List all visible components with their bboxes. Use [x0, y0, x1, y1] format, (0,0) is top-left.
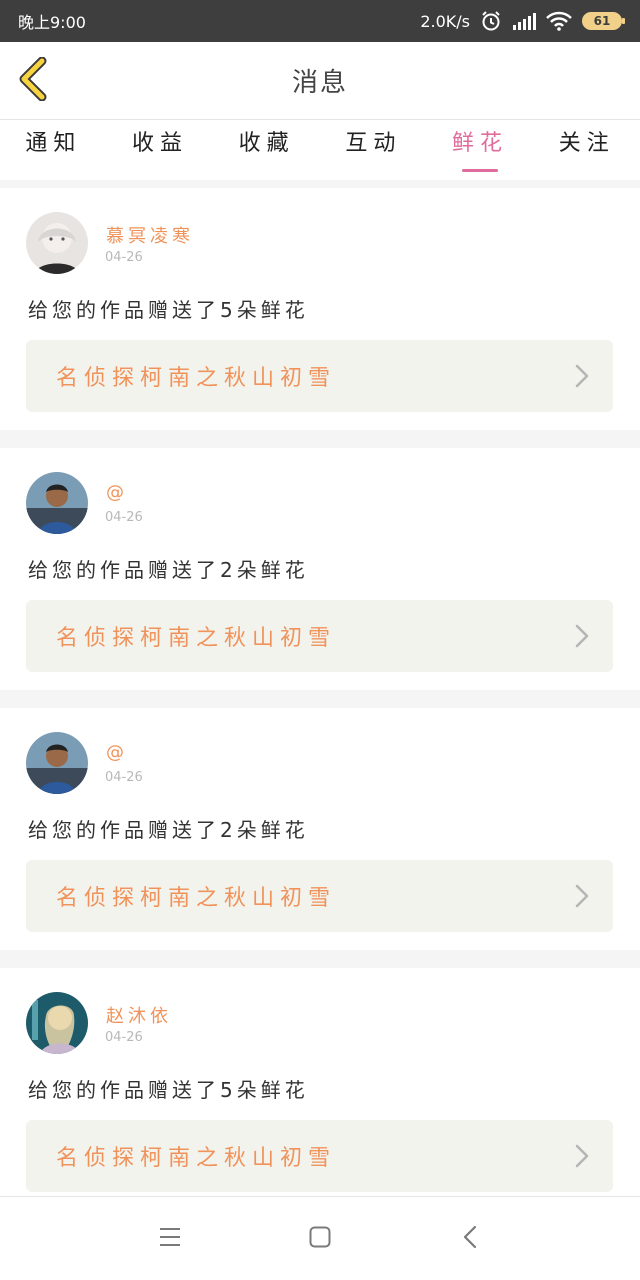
message-date: 04-26 — [105, 250, 143, 265]
message-text: 给您的作品赠送了5朵鲜花 — [28, 298, 309, 322]
tab-earnings[interactable]: 收益 — [107, 120, 214, 180]
username[interactable]: 慕冥凌寒 — [106, 222, 194, 248]
back-button[interactable] — [16, 56, 50, 105]
status-indicators: 2.0K/s 61 — [420, 10, 625, 32]
list-item: @ 04-26 给您的作品赠送了2朵鲜花 名侦探柯南之秋山初雪 — [0, 448, 640, 690]
work-title: 名侦探柯南之秋山初雪 — [56, 366, 337, 391]
status-bar: 晚上9:00 2.0K/s 61 — [0, 0, 640, 42]
avatar[interactable] — [26, 212, 88, 274]
list-item: 赵沐依 04-26 给您的作品赠送了5朵鲜花 名侦探柯南之秋山初雪 — [0, 968, 640, 1210]
menu-button[interactable] — [150, 1219, 190, 1259]
work-title: 名侦探柯南之秋山初雪 — [56, 886, 337, 911]
message-date: 04-26 — [105, 510, 143, 525]
wifi-icon — [546, 11, 572, 31]
tab-following[interactable]: 关注 — [533, 120, 640, 180]
message-date: 04-26 — [105, 1030, 143, 1045]
signal-icon — [512, 12, 536, 30]
chevron-right-icon — [575, 1144, 589, 1168]
message-text: 给您的作品赠送了2朵鲜花 — [28, 818, 309, 842]
chevron-left-icon — [18, 56, 48, 105]
username[interactable]: 赵沐依 — [106, 1002, 172, 1028]
username[interactable]: @ — [106, 482, 128, 503]
menu-icon — [159, 1227, 181, 1251]
status-time: 晚上9:00 — [18, 13, 86, 32]
work-link[interactable]: 名侦探柯南之秋山初雪 — [26, 340, 613, 412]
message-list: 慕冥凌寒 04-26 给您的作品赠送了5朵鲜花 名侦探柯南之秋山初雪 @ 04-… — [0, 188, 640, 1228]
tab-interactions[interactable]: 互动 — [320, 120, 427, 180]
avatar[interactable] — [26, 732, 88, 794]
page-title: 消息 — [291, 68, 348, 98]
tab-favorites[interactable]: 收藏 — [213, 120, 320, 180]
avatar[interactable] — [26, 992, 88, 1054]
message-text: 给您的作品赠送了5朵鲜花 — [28, 1078, 309, 1102]
chevron-right-icon — [575, 364, 589, 388]
home-square-icon — [309, 1226, 331, 1252]
list-item: 慕冥凌寒 04-26 给您的作品赠送了5朵鲜花 名侦探柯南之秋山初雪 — [0, 188, 640, 430]
chevron-right-icon — [575, 624, 589, 648]
home-button[interactable] — [300, 1219, 340, 1259]
battery-icon: 61 — [582, 12, 625, 30]
work-title: 名侦探柯南之秋山初雪 — [56, 626, 337, 651]
tab-bar: 通知 收益 收藏 互动 鲜花 关注 — [0, 120, 640, 180]
avatar[interactable] — [26, 472, 88, 534]
chevron-right-icon — [575, 884, 589, 908]
alarm-icon — [480, 10, 502, 32]
system-nav-bar — [0, 1196, 640, 1280]
app-header: 消息 — [0, 42, 640, 120]
tab-flowers[interactable]: 鲜花 — [427, 120, 534, 180]
network-speed: 2.0K/s — [420, 11, 470, 31]
back-nav-button[interactable] — [450, 1219, 490, 1259]
message-text: 给您的作品赠送了2朵鲜花 — [28, 558, 309, 582]
work-link[interactable]: 名侦探柯南之秋山初雪 — [26, 600, 613, 672]
username[interactable]: @ — [106, 742, 128, 763]
work-link[interactable]: 名侦探柯南之秋山初雪 — [26, 1120, 613, 1192]
list-item: @ 04-26 给您的作品赠送了2朵鲜花 名侦探柯南之秋山初雪 — [0, 708, 640, 950]
message-date: 04-26 — [105, 770, 143, 785]
back-arrow-icon — [463, 1225, 477, 1253]
tab-notifications[interactable]: 通知 — [0, 120, 107, 180]
work-link[interactable]: 名侦探柯南之秋山初雪 — [26, 860, 613, 932]
work-title: 名侦探柯南之秋山初雪 — [56, 1146, 337, 1171]
